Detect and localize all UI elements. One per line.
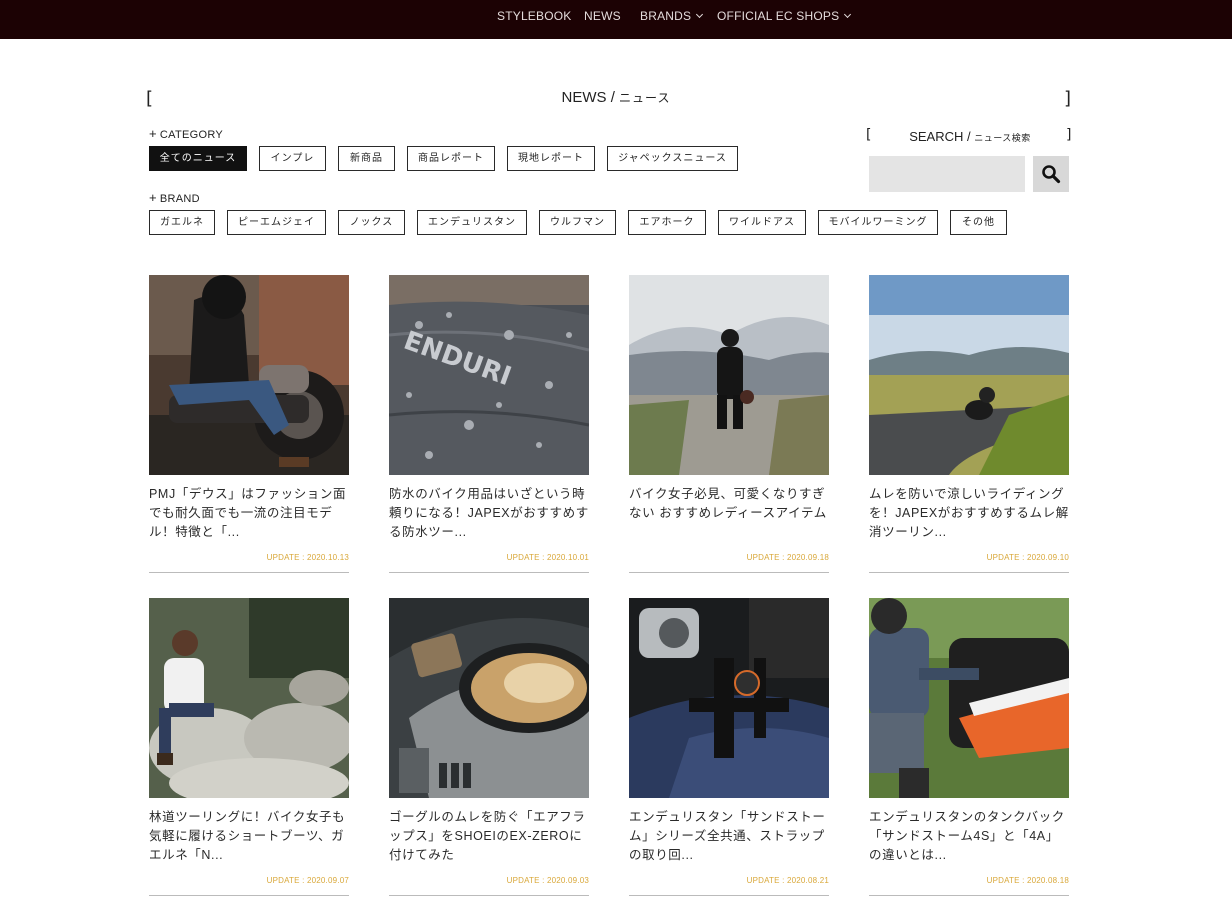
divider <box>389 572 589 573</box>
nav-item-stylebook[interactable]: STYLEBOOK <box>497 0 572 33</box>
category-label: + CATEGORY <box>149 126 224 141</box>
brand-label: + BRAND <box>149 190 200 205</box>
divider <box>629 572 829 573</box>
brand-tag-pmj[interactable]: ピーエムジェイ <box>227 210 326 235</box>
search-title: SEARCH / ニュース検索 <box>909 129 1031 144</box>
brand-tag-wolfman[interactable]: ウルフマン <box>539 210 616 235</box>
chevron-down-icon <box>844 10 852 19</box>
category-tag-new-product[interactable]: 新商品 <box>338 146 395 171</box>
article-card[interactable]: PMJ「デウス」はファッション面でも耐久面でも一流の注目モデル！特徴と「... … <box>149 275 349 573</box>
article-title[interactable]: エンデュリスタンのタンクバック「サンドストーム4S」と「4A」の違いとは... <box>869 808 1069 865</box>
article-card[interactable]: ENDURI 防水のバイク用品はいざという時頼りになる！JAPEXがおすすめする… <box>389 275 589 573</box>
article-date: UPDATE : 2020.09.07 <box>266 876 349 885</box>
article-card[interactable]: 林道ツーリングに！バイク女子も気軽に履けるショートブーツ、ガエルネ「N... U… <box>149 598 349 896</box>
page-title: NEWS / ニュース <box>561 89 671 106</box>
article-title[interactable]: ムレを防いで涼しいライディングを！JAPEXがおすすめするムレ解消ツーリン... <box>869 485 1069 542</box>
article-title[interactable]: エンデュリスタン「サンドストーム」シリーズ全共通、ストラップの取り回... <box>629 808 829 865</box>
article-title[interactable]: PMJ「デウス」はファッション面でも耐久面でも一流の注目モデル！特徴と「... <box>149 485 349 542</box>
category-tag-impression[interactable]: インプレ <box>259 146 326 171</box>
divider <box>149 895 349 896</box>
divider <box>869 895 1069 896</box>
goggle-helmet-photo <box>389 598 589 798</box>
nav-item-brands[interactable]: BRANDS <box>640 0 704 33</box>
article-title[interactable]: ゴーグルのムレを防ぐ「エアフラップス」をSHOEIのEX-ZEROに付けてみた <box>389 808 589 865</box>
article-card[interactable]: エンデュリスタンのタンクバック「サンドストーム4S」と「4A」の違いとは... … <box>869 598 1069 896</box>
article-date: UPDATE : 2020.09.18 <box>746 553 829 562</box>
waterproof-bag-photo: ENDURI <box>389 275 589 475</box>
search-icon <box>1042 165 1061 184</box>
category-tag-all-news[interactable]: 全てのニュース <box>149 146 247 171</box>
category-tag-product-report[interactable]: 商品レポート <box>407 146 495 171</box>
plus-icon: + <box>149 126 157 141</box>
divider <box>869 572 1069 573</box>
nav-item-official-ec-shops[interactable]: OFFICIAL EC SHOPS <box>717 0 852 33</box>
top-nav: STYLEBOOK NEWS BRANDS OFFICIAL EC SHOPS <box>0 0 1232 39</box>
brand-tag-enduristan[interactable]: エンデュリスタン <box>417 210 527 235</box>
motorcycle-rider-photo <box>149 275 349 475</box>
woman-landscape-photo <box>629 275 829 475</box>
nav-item-news[interactable]: NEWS <box>584 0 621 33</box>
article-date: UPDATE : 2020.09.10 <box>986 553 1069 562</box>
brand-tag-airhawk[interactable]: エアホーク <box>628 210 706 235</box>
article-card[interactable]: ゴーグルのムレを防ぐ「エアフラップス」をSHOEIのEX-ZEROに付けてみた … <box>389 598 589 896</box>
category-tag-field-report[interactable]: 現地レポート <box>507 146 595 171</box>
article-card[interactable]: バイク女子必見、可愛くなりすぎない おすすめレディースアイテム UPDATE :… <box>629 275 829 573</box>
article-date: UPDATE : 2020.10.13 <box>266 553 349 562</box>
article-date: UPDATE : 2020.08.18 <box>986 876 1069 885</box>
plus-icon: + <box>149 190 157 205</box>
article-date: UPDATE : 2020.09.03 <box>506 876 589 885</box>
chevron-down-icon <box>696 10 704 19</box>
article-title[interactable]: 林道ツーリングに！バイク女子も気軽に履けるショートブーツ、ガエルネ「N... <box>149 808 349 865</box>
article-title[interactable]: バイク女子必見、可愛くなりすぎない おすすめレディースアイテム <box>629 485 829 523</box>
brand-tag-wildass[interactable]: ワイルドアス <box>718 210 806 235</box>
divider <box>149 572 349 573</box>
search-bracket-right: ] <box>1066 127 1072 143</box>
search-button[interactable] <box>1033 156 1069 192</box>
article-date: UPDATE : 2020.10.01 <box>506 553 589 562</box>
heading-bracket-right: ] <box>1064 88 1072 109</box>
divider <box>389 895 589 896</box>
brand-tag-mobile-warming[interactable]: モバイルワーミング <box>818 210 938 235</box>
article-card[interactable]: ムレを防いで涼しいライディングを！JAPEXがおすすめするムレ解消ツーリン...… <box>869 275 1069 573</box>
brand-tag-knox[interactable]: ノックス <box>338 210 405 235</box>
article-card[interactable]: エンデュリスタン「サンドストーム」シリーズ全共通、ストラップの取り回... UP… <box>629 598 829 896</box>
divider <box>629 895 829 896</box>
heading-bracket-left: [ <box>146 88 154 109</box>
brand-tag-other[interactable]: その他 <box>950 210 1007 235</box>
rider-road-photo <box>869 275 1069 475</box>
ktm-rider-photo <box>869 598 1069 798</box>
category-tag-japex-news[interactable]: ジャペックスニュース <box>607 146 738 171</box>
search-input[interactable] <box>869 156 1025 192</box>
article-title[interactable]: 防水のバイク用品はいざという時頼りになる！JAPEXがおすすめする防水ツー... <box>389 485 589 542</box>
brand-tag-gaerne[interactable]: ガエルネ <box>149 210 215 235</box>
search-bracket-left: [ <box>866 127 872 143</box>
tank-strap-photo <box>629 598 829 798</box>
article-date: UPDATE : 2020.08.21 <box>746 876 829 885</box>
woman-rocks-photo <box>149 598 349 798</box>
